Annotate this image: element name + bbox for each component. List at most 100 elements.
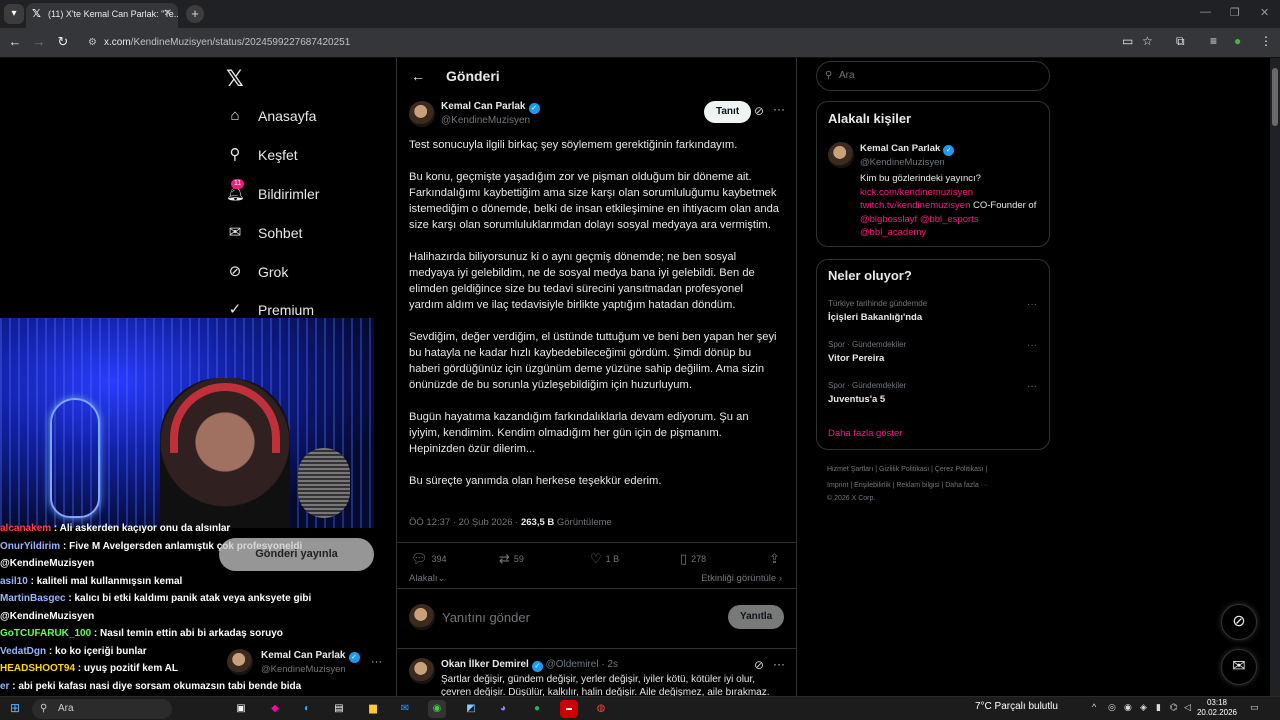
bio-link[interactable]: @blgbosslayf	[860, 214, 917, 225]
grok-icon[interactable]: ⊘	[754, 104, 764, 118]
address-bar[interactable]: ⚙ x.com/KendineMuzisyen/status/202459922…	[82, 32, 1170, 54]
publish-post-button[interactable]: Gönderi yayınla	[219, 538, 374, 571]
mail-app-icon[interactable]: ✉	[396, 700, 414, 718]
app-icon[interactable]: ◩	[462, 700, 480, 718]
tab-search-button[interactable]: ▾	[4, 4, 24, 24]
url-host: x.com	[104, 37, 131, 48]
tray-app-icon[interactable]: ◈	[1140, 702, 1147, 713]
reload-icon[interactable]: ↻	[54, 34, 72, 50]
view-activity-link[interactable]: Etkinliği görüntüle ›	[701, 573, 782, 584]
sidebar-item-grok[interactable]: ⊘ Grok	[226, 257, 289, 287]
more-options-icon[interactable]: ···	[1027, 381, 1037, 392]
search-input[interactable]: ⚲ Ara	[816, 61, 1050, 91]
overlay-account-name[interactable]: Kemal Can Parlak ✓	[261, 650, 360, 663]
close-window-icon[interactable]: ✕	[1260, 6, 1269, 19]
messages-fab-button[interactable]: ✉	[1221, 649, 1257, 685]
reply-author[interactable]: Okan İlker Demirel ✓ @Oldemirel · 2s	[441, 659, 618, 672]
bio-link[interactable]: kick.com/kendinemuzisyen	[860, 187, 973, 198]
bio-text: CO-Founder of	[970, 200, 1037, 211]
edge-icon[interactable]: ◐	[298, 700, 316, 718]
clock[interactable]: 03:18 20.02.2026	[1196, 698, 1238, 718]
bio-link[interactable]: @bbl_academy	[860, 227, 926, 238]
bookmark-star-icon[interactable]: ☆	[1142, 34, 1153, 48]
app-icon[interactable]: ◍	[592, 700, 610, 718]
site-info-icon[interactable]: ⚙	[88, 32, 97, 54]
page-title: Gönderi	[446, 68, 500, 84]
copilot-icon[interactable]: ◆	[266, 700, 284, 718]
sidebar-item-home[interactable]: ⌂ Anasayfa	[226, 101, 316, 131]
minimize-icon[interactable]: —	[1200, 6, 1211, 18]
new-tab-button[interactable]: +	[186, 5, 204, 23]
chrome-menu-icon[interactable]: ⋮	[1260, 34, 1272, 48]
reply-submit-button[interactable]: Yanıtla	[728, 605, 785, 629]
share-button[interactable]: ⇪	[769, 551, 784, 567]
footer-line[interactable]: Hizmet Şartları | Gizlilik Politikası | …	[827, 462, 1047, 478]
grok-icon[interactable]: ⊘	[754, 658, 764, 672]
notification-icon[interactable]: ▭	[1250, 702, 1259, 713]
spotify-icon[interactable]: ●	[528, 700, 546, 718]
browser-tab[interactable]: 𝕏 (11) X'te Kemal Can Parlak: "Te... ✕	[26, 3, 178, 28]
overlay-account-handle[interactable]: @KendineMuzisyen	[261, 664, 346, 675]
more-options-icon[interactable]: ···	[773, 102, 785, 116]
author-name[interactable]: Kemal Can Parlak ✓	[441, 101, 540, 114]
chrome-icon[interactable]: ◉	[428, 700, 446, 718]
bio-link[interactable]: @bbl_esports	[920, 214, 979, 225]
discord-icon[interactable]: ◕	[494, 700, 512, 718]
volume-icon[interactable]: ◁	[1184, 702, 1191, 713]
app-icon[interactable]: ▬	[560, 700, 578, 718]
tweet-time[interactable]: ÖÖ 12:37 · 20 Şub 2026 ·	[409, 517, 521, 528]
my-avatar	[409, 604, 435, 630]
reply-button[interactable]: 💬︎ 394	[411, 551, 447, 567]
show-more-link[interactable]: Daha fazla göster	[828, 428, 902, 439]
more-options-icon[interactable]: ···	[1027, 299, 1037, 310]
close-tab-icon[interactable]: ✕	[164, 3, 172, 25]
sidebar-item-explore[interactable]: ⚲ Keşfet	[226, 140, 298, 170]
tray-overflow-icon[interactable]: ^	[1092, 702, 1096, 712]
trend-name[interactable]: Juventus'a 5	[828, 394, 885, 405]
reply-avatar[interactable]	[409, 658, 435, 684]
store-icon[interactable]: ▤	[330, 700, 348, 718]
windows-start-icon[interactable]: ⊞	[10, 701, 20, 715]
more-options-icon[interactable]: ···	[371, 656, 382, 668]
tray-app-icon[interactable]: ◉	[1124, 702, 1132, 713]
more-options-icon[interactable]: ···	[1027, 340, 1037, 351]
trend-name[interactable]: Vitor Pereira	[828, 353, 884, 364]
maximize-icon[interactable]: ❐	[1230, 6, 1240, 19]
weather-widget[interactable]: 7°C Parçalı bulutlu	[975, 701, 1058, 712]
back-icon[interactable]: ←	[6, 34, 24, 49]
related-handle[interactable]: @KendineMuzisyen	[860, 157, 945, 168]
related-avatar[interactable]	[828, 142, 854, 168]
forward-icon[interactable]: →	[30, 34, 48, 49]
reply-input[interactable]: Yanıtını gönder	[442, 610, 530, 625]
bookmark-button[interactable]: ▯ 278	[680, 551, 706, 567]
profile-icon[interactable]: ●	[1234, 34, 1241, 48]
sidebar-item-messages[interactable]: ✉ Sohbet	[226, 218, 303, 248]
battery-icon[interactable]: ▮	[1156, 702, 1161, 713]
scroll-thumb[interactable]	[1272, 68, 1278, 126]
sort-relevance-dropdown[interactable]: Alakalı⌄	[409, 573, 445, 584]
related-name[interactable]: Kemal Can Parlak ✓	[860, 143, 955, 156]
task-view-icon[interactable]: ▣	[232, 700, 250, 718]
more-options-icon[interactable]: ···	[773, 657, 785, 671]
back-arrow-icon[interactable]: ←	[411, 68, 425, 84]
bio-link[interactable]: twitch.tv/kendinemuzisyen	[860, 200, 970, 211]
taskbar-search[interactable]: ⚲ Ara	[32, 699, 172, 719]
promote-button[interactable]: Tanıt	[704, 101, 752, 123]
like-button[interactable]: ♡ 1 B	[590, 551, 619, 567]
page-scrollbar[interactable]	[1270, 58, 1280, 696]
footer-line[interactable]: Imprint | Erişilebilirlik | Reklam bilgi…	[827, 478, 1047, 494]
author-avatar[interactable]	[409, 101, 435, 127]
media-icon[interactable]: ≡	[1210, 34, 1217, 48]
trend-name[interactable]: İçişleri Bakanlığı'nda	[828, 312, 922, 323]
steam-icon[interactable]: ◎	[1108, 702, 1116, 713]
cast-icon[interactable]: ▭	[1122, 34, 1133, 48]
network-icon[interactable]: ⌬	[1170, 702, 1178, 713]
x-home-logo-icon[interactable]: 𝕏	[226, 66, 244, 92]
grok-fab-button[interactable]: ⊘	[1221, 604, 1257, 640]
extensions-icon[interactable]: ⧉	[1176, 34, 1185, 49]
overlay-avatar[interactable]	[227, 649, 253, 675]
author-handle[interactable]: @KendineMuzisyen	[441, 115, 530, 126]
file-explorer-icon[interactable]: ▆	[364, 700, 382, 718]
sidebar-item-notifications[interactable]: 🔔︎ 11 Bildirimler	[226, 179, 319, 209]
repost-button[interactable]: ⇄ 59	[499, 551, 524, 567]
